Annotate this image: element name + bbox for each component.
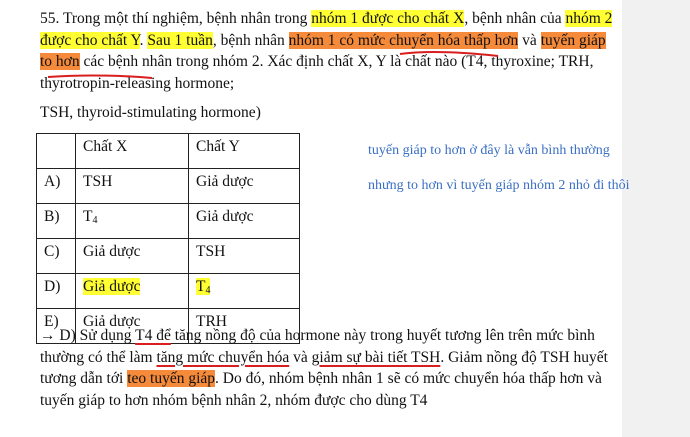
question-segment: các bệnh nhân trong nhóm 2. Xác định chấ… <box>40 53 594 92</box>
underline-t4: T4 để <box>135 327 171 344</box>
annotation-note-1: tuyến giáp to hơn ở đây là vẫn bình thườ… <box>368 143 610 158</box>
annotation-note-2: nhưng to hơn vì tuyến giáp nhóm 2 nhỏ đi… <box>368 178 630 193</box>
option-x-subscript: 4 <box>92 215 98 226</box>
answer-table: Chất X Chất Y A) TSH Giả dược B) T4 Giả … <box>36 133 300 344</box>
table-header-row: Chất X Chất Y <box>36 133 300 169</box>
option-label: C) <box>36 238 76 274</box>
question-segment: và <box>518 31 541 49</box>
answer-explanation: → D) Sử dụng T4 để tăng nồng độ của horm… <box>40 325 620 411</box>
option-label: A) <box>36 168 76 204</box>
table-header-cell <box>36 133 76 169</box>
table-row: A) TSH Giả dược <box>36 168 300 204</box>
option-y-highlighted: T4 <box>196 278 211 296</box>
question-segment: , bệnh nhân <box>212 31 289 49</box>
underline-decrease-tsh: giảm sự bài tiết TSH <box>311 348 441 366</box>
underline-increase-metabolism: tăng mức chuyển hóa <box>156 348 290 366</box>
option-label: B) <box>36 203 76 239</box>
option-y: T4 <box>188 273 300 309</box>
highlight-thyroid-atrophy: teo tuyến giáp <box>127 370 216 387</box>
table-row: B) T4 Giả dược <box>36 203 300 239</box>
table-header-cell: Chất X <box>75 133 189 169</box>
option-x-highlighted: Giả dược <box>83 278 141 295</box>
highlight-group1: nhóm 1 được cho chất X <box>311 10 465 27</box>
option-label: D) <box>36 273 76 309</box>
option-y-subscript: 4 <box>205 285 211 296</box>
question-abbrev-line: TSH, thyroid-stimulating hormone) <box>40 104 261 121</box>
question-segment: 55. Trong một thí nghiệm, bệnh nhân tron… <box>40 10 312 27</box>
option-x: T4 <box>75 203 189 239</box>
highlight-lower-metabolism: nhóm 1 có mức chuyển hóa thấp hơn <box>288 31 519 49</box>
option-x: TSH <box>75 168 189 204</box>
option-x: Giả dược <box>75 273 189 309</box>
option-x: Giả dược <box>75 238 189 274</box>
option-y: TSH <box>188 238 300 274</box>
answer-segment: → D) Sử dụng <box>40 327 136 344</box>
table-header-cell: Chất Y <box>188 133 300 169</box>
answer-segment: và <box>289 348 312 366</box>
highlight-one-week: Sau 1 tuần <box>147 31 213 49</box>
option-y: Giả dược <box>188 168 300 204</box>
page-margin-strip <box>622 0 690 437</box>
table-row: C) Giả dược TSH <box>36 238 300 274</box>
table-row: D) Giả dược T4 <box>36 273 300 309</box>
question-segment: , bệnh nhân của <box>464 10 566 27</box>
question-text: 55. Trong một thí nghiệm, bệnh nhân tron… <box>40 8 620 94</box>
option-y: Giả dược <box>188 203 300 239</box>
